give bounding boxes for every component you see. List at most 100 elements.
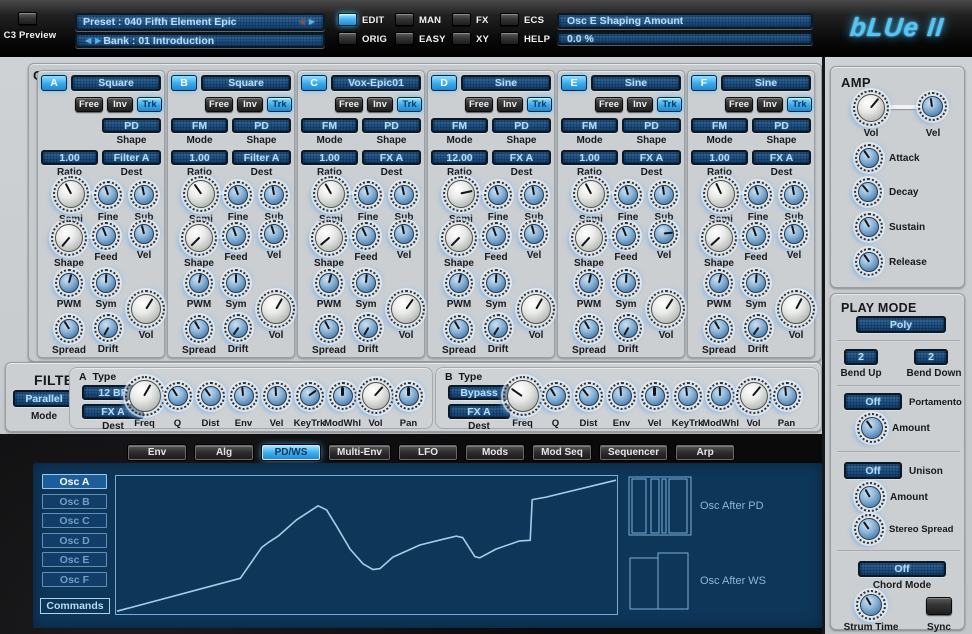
osc-trk-button[interactable]: Trk [137, 97, 162, 112]
fx-button[interactable] [452, 13, 471, 26]
osc-wave-display[interactable]: Sine [591, 75, 681, 91]
osc-dest-display[interactable]: FX A [492, 150, 551, 165]
osc-vel-knob[interactable] [650, 220, 678, 248]
osc-spread-knob[interactable] [705, 315, 733, 343]
osc-shape-knob[interactable] [571, 220, 607, 256]
osc-ratio-display[interactable]: 1.00 [561, 150, 618, 165]
osc-spread-knob[interactable] [315, 315, 343, 343]
osc-id-button[interactable]: E [561, 75, 587, 91]
osc-vol-knob[interactable] [777, 290, 815, 328]
osc-sub-knob[interactable] [780, 181, 808, 209]
osc-drift-knob[interactable] [94, 314, 122, 342]
osc-fine-knob[interactable] [354, 181, 382, 209]
amp-release-knob[interactable] [855, 248, 883, 276]
amp-vol-knob[interactable] [853, 90, 889, 126]
osc-dest-display[interactable]: Filter A [102, 150, 161, 165]
osc-semi-knob[interactable] [53, 176, 89, 212]
filter-a-q-knob[interactable] [164, 382, 192, 410]
osc-shape-knob[interactable] [701, 220, 737, 256]
tab-sequencer[interactable]: Sequencer [600, 445, 667, 460]
osc-wave-display[interactable]: Vox-Epic01 [331, 75, 421, 91]
preset-display[interactable]: Preset : 040 Fifth Element Epic ◀ ▶ [75, 13, 325, 31]
osc-trk-button[interactable]: Trk [657, 97, 682, 112]
osc-select-osc-a[interactable]: Osc A [42, 474, 107, 489]
osc-vel-knob[interactable] [260, 220, 288, 248]
osc-pwm-knob[interactable] [315, 269, 343, 297]
osc-free-button[interactable]: Free [465, 97, 493, 112]
osc-semi-knob[interactable] [313, 176, 349, 212]
osc-mode-display[interactable]: FM [691, 118, 748, 133]
osc-spread-knob[interactable] [185, 315, 213, 343]
osc-semi-knob[interactable] [183, 176, 219, 212]
osc-shape-display[interactable]: PD [492, 118, 551, 133]
filter-b-freq-knob[interactable] [503, 376, 543, 416]
osc-pwm-knob[interactable] [185, 269, 213, 297]
filter-a-keytrk-knob[interactable] [296, 382, 324, 410]
osc-spread-knob[interactable] [575, 315, 603, 343]
filter-a-vel-knob[interactable] [263, 382, 291, 410]
osc-feed-knob[interactable] [222, 222, 250, 250]
bend-up-display[interactable]: 2 [844, 349, 878, 365]
osc-inv-button[interactable]: Inv [627, 97, 653, 112]
osc-shape-display[interactable]: PD [622, 118, 681, 133]
preset-next-icon[interactable]: ▶ [309, 18, 315, 26]
osc-free-button[interactable]: Free [595, 97, 623, 112]
commands-button[interactable]: Commands [40, 598, 110, 614]
osc-shape-knob[interactable] [441, 220, 477, 256]
filter-b-keytrk-knob[interactable] [674, 382, 702, 410]
amp-decay-knob[interactable] [854, 178, 882, 206]
osc-shape-knob[interactable] [51, 220, 87, 256]
filter-a-dist-knob[interactable] [197, 382, 225, 410]
osc-vol-knob[interactable] [387, 290, 425, 328]
easy-button[interactable] [395, 32, 414, 45]
osc-mode-display[interactable]: FM [431, 118, 488, 133]
osc-ratio-display[interactable]: 12.00 [431, 150, 488, 165]
osc-wave-display[interactable]: Sine [461, 75, 551, 91]
osc-vel-knob[interactable] [780, 220, 808, 248]
tab-arp[interactable]: Arp [676, 445, 734, 460]
bank-display[interactable]: ◀ ▶ Bank : 01 Introduction [75, 33, 325, 48]
osc-select-osc-c[interactable]: Osc C [42, 513, 107, 528]
osc-trk-button[interactable]: Trk [787, 97, 812, 112]
filter-b-pan-knob[interactable] [773, 382, 801, 410]
filter-mode-display[interactable]: Parallel [13, 390, 75, 407]
osc-sym-knob[interactable] [612, 269, 640, 297]
osc-select-osc-d[interactable]: Osc D [42, 533, 107, 548]
osc-wave-display[interactable]: Square [71, 75, 161, 91]
unison-amount-knob[interactable] [855, 482, 885, 512]
tab-env[interactable]: Env [128, 445, 186, 460]
osc-sub-knob[interactable] [650, 181, 678, 209]
osc-sym-knob[interactable] [92, 269, 120, 297]
osc-select-osc-b[interactable]: Osc B [42, 494, 107, 509]
osc-id-button[interactable]: B [171, 75, 197, 91]
sync-button[interactable] [926, 597, 952, 615]
osc-semi-knob[interactable] [573, 176, 609, 212]
osc-vel-knob[interactable] [390, 220, 418, 248]
orig-button[interactable] [338, 32, 357, 45]
c3-preview-button[interactable] [18, 12, 37, 25]
osc-free-button[interactable]: Free [75, 97, 103, 112]
filter-a-freq-knob[interactable] [125, 376, 165, 416]
portamento-display[interactable]: Off [844, 393, 902, 410]
osc-vol-knob[interactable] [647, 290, 685, 328]
osc-trk-button[interactable]: Trk [527, 97, 552, 112]
osc-sym-knob[interactable] [222, 269, 250, 297]
filter-type-display[interactable]: Bypass [448, 385, 510, 400]
osc-trk-button[interactable]: Trk [267, 97, 292, 112]
osc-semi-knob[interactable] [703, 176, 739, 212]
osc-mode-display[interactable]: FM [171, 118, 228, 133]
osc-sub-knob[interactable] [390, 181, 418, 209]
osc-drift-knob[interactable] [744, 314, 772, 342]
osc-feed-knob[interactable] [742, 222, 770, 250]
osc-drift-knob[interactable] [354, 314, 382, 342]
osc-feed-knob[interactable] [352, 222, 380, 250]
tab-alg[interactable]: Alg [195, 445, 253, 460]
tab-lfo[interactable]: LFO [399, 445, 457, 460]
man-button[interactable] [395, 13, 414, 26]
osc-dest-display[interactable]: FX A [622, 150, 681, 165]
osc-sub-knob[interactable] [130, 181, 158, 209]
osc-wave-display[interactable]: Sine [721, 75, 811, 91]
filter-a-env-knob[interactable] [230, 382, 258, 410]
osc-free-button[interactable]: Free [725, 97, 753, 112]
osc-drift-knob[interactable] [224, 314, 252, 342]
